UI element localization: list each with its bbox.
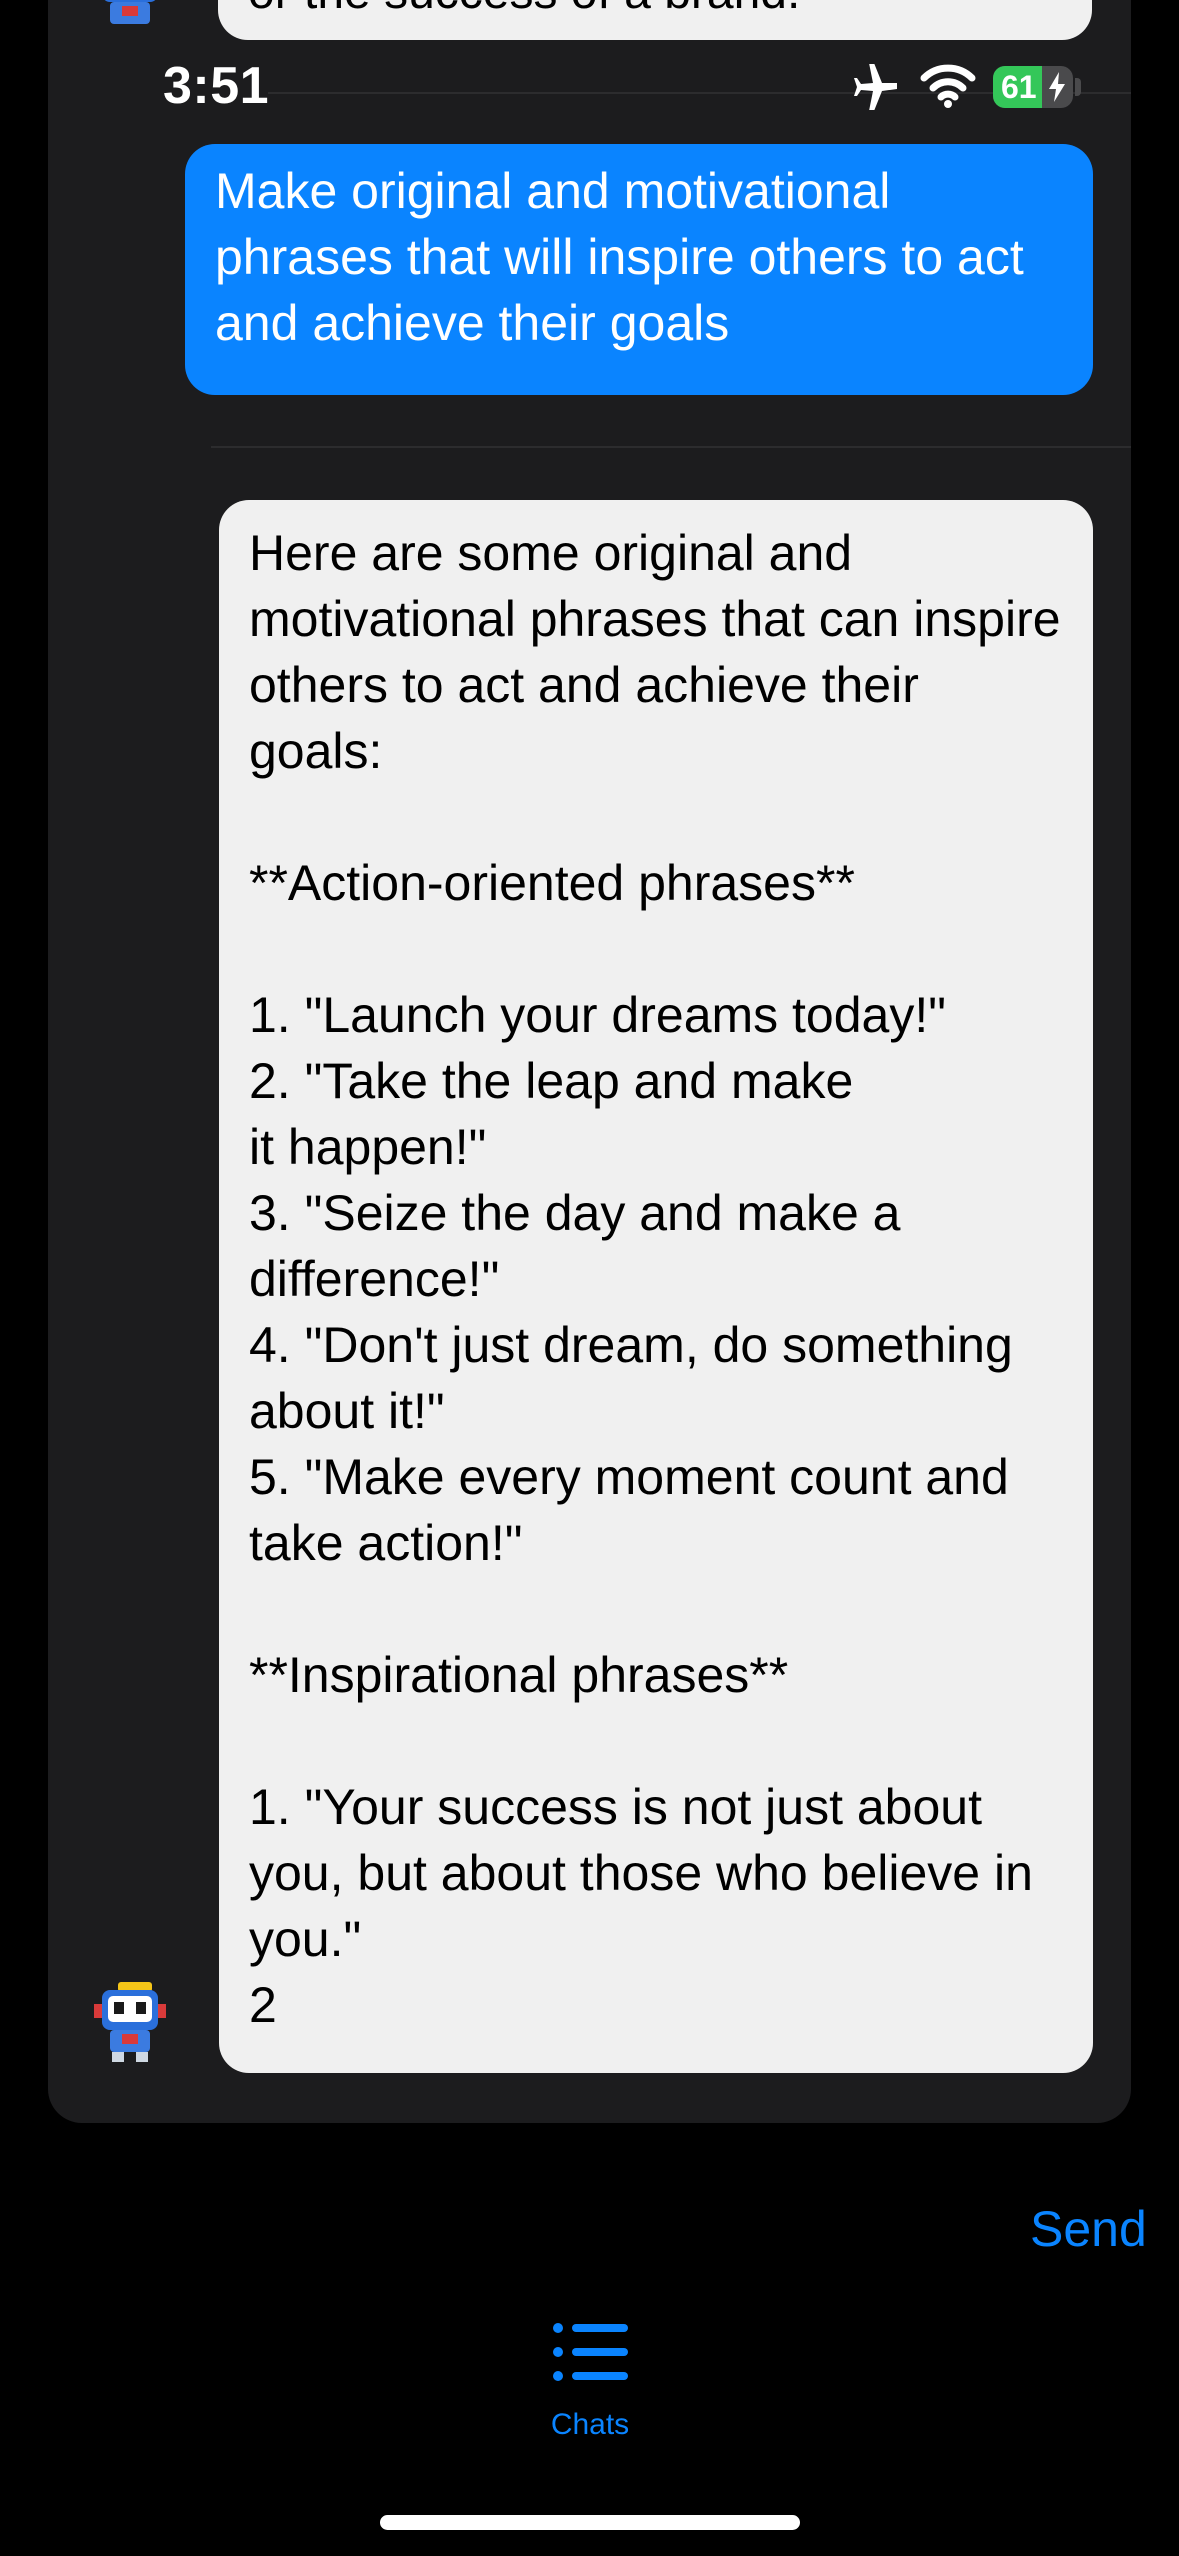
user-message-bubble[interactable]: Make original and motivational phrases t… (185, 144, 1093, 395)
tab-chats-label: Chats (550, 2408, 630, 2441)
battery-cap (1075, 78, 1081, 96)
status-time: 3:51 (163, 57, 270, 115)
home-indicator[interactable] (380, 2515, 800, 2530)
battery-level: 61 (1001, 69, 1037, 105)
battery-indicator: 61 (993, 66, 1073, 108)
bot-message-bubble[interactable]: Here are some original and motivational … (219, 500, 1093, 2073)
status-bar: 3:51 61 (0, 0, 1179, 180)
bot-avatar-icon (94, 1982, 166, 2062)
message-divider (211, 446, 1131, 448)
airplane-icon (854, 64, 897, 110)
chat-panel[interactable]: or the success of a brand. Make original… (48, 0, 1131, 2123)
wifi-icon (920, 64, 976, 108)
bolt-icon (1049, 72, 1065, 102)
list-icon (553, 2323, 628, 2381)
send-button[interactable]: Send (1030, 2196, 1147, 2262)
tab-chats[interactable]: Chats (520, 2320, 660, 2460)
